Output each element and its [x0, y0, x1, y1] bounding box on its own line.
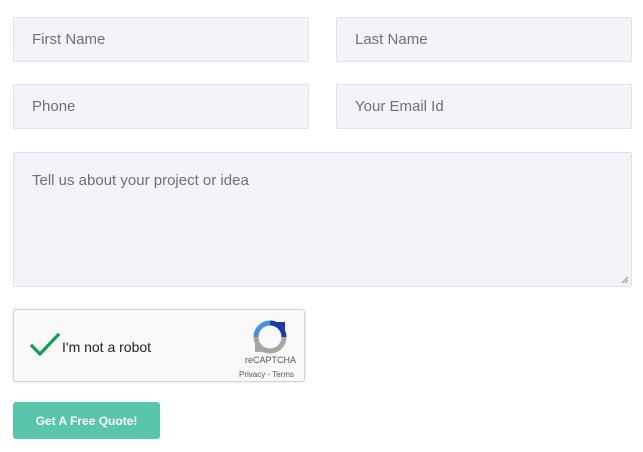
last-name-field[interactable]: Last Name	[336, 17, 632, 62]
recaptcha-links: Privacy - Terms	[239, 370, 294, 379]
email-field[interactable]: Your Email Id	[336, 84, 632, 129]
project-message-textarea[interactable]: Tell us about your project or idea	[13, 152, 632, 287]
terms-link[interactable]: Terms	[272, 370, 294, 379]
quote-form: First Name Last Name Phone Your Email Id…	[0, 0, 643, 452]
last-name-placeholder: Last Name	[355, 31, 428, 48]
email-placeholder: Your Email Id	[355, 98, 444, 115]
recaptcha-logo-icon	[253, 320, 287, 354]
recaptcha-label: I'm not a robot	[62, 339, 152, 355]
phone-field[interactable]: Phone	[13, 84, 309, 129]
checkmark-icon[interactable]	[29, 332, 61, 358]
recaptcha-widget: I'm not a robot reCAPTCHA Privacy - Term…	[13, 309, 305, 382]
first-name-field[interactable]: First Name	[13, 17, 309, 62]
recaptcha-brand: reCAPTCHA	[245, 355, 297, 365]
privacy-link[interactable]: Privacy	[239, 370, 265, 379]
phone-placeholder: Phone	[32, 98, 76, 115]
first-name-placeholder: First Name	[32, 31, 106, 48]
get-quote-button[interactable]: Get A Free Quote!	[13, 402, 160, 439]
project-message-placeholder: Tell us about your project or idea	[32, 172, 249, 189]
resize-grip-icon[interactable]	[620, 275, 629, 284]
